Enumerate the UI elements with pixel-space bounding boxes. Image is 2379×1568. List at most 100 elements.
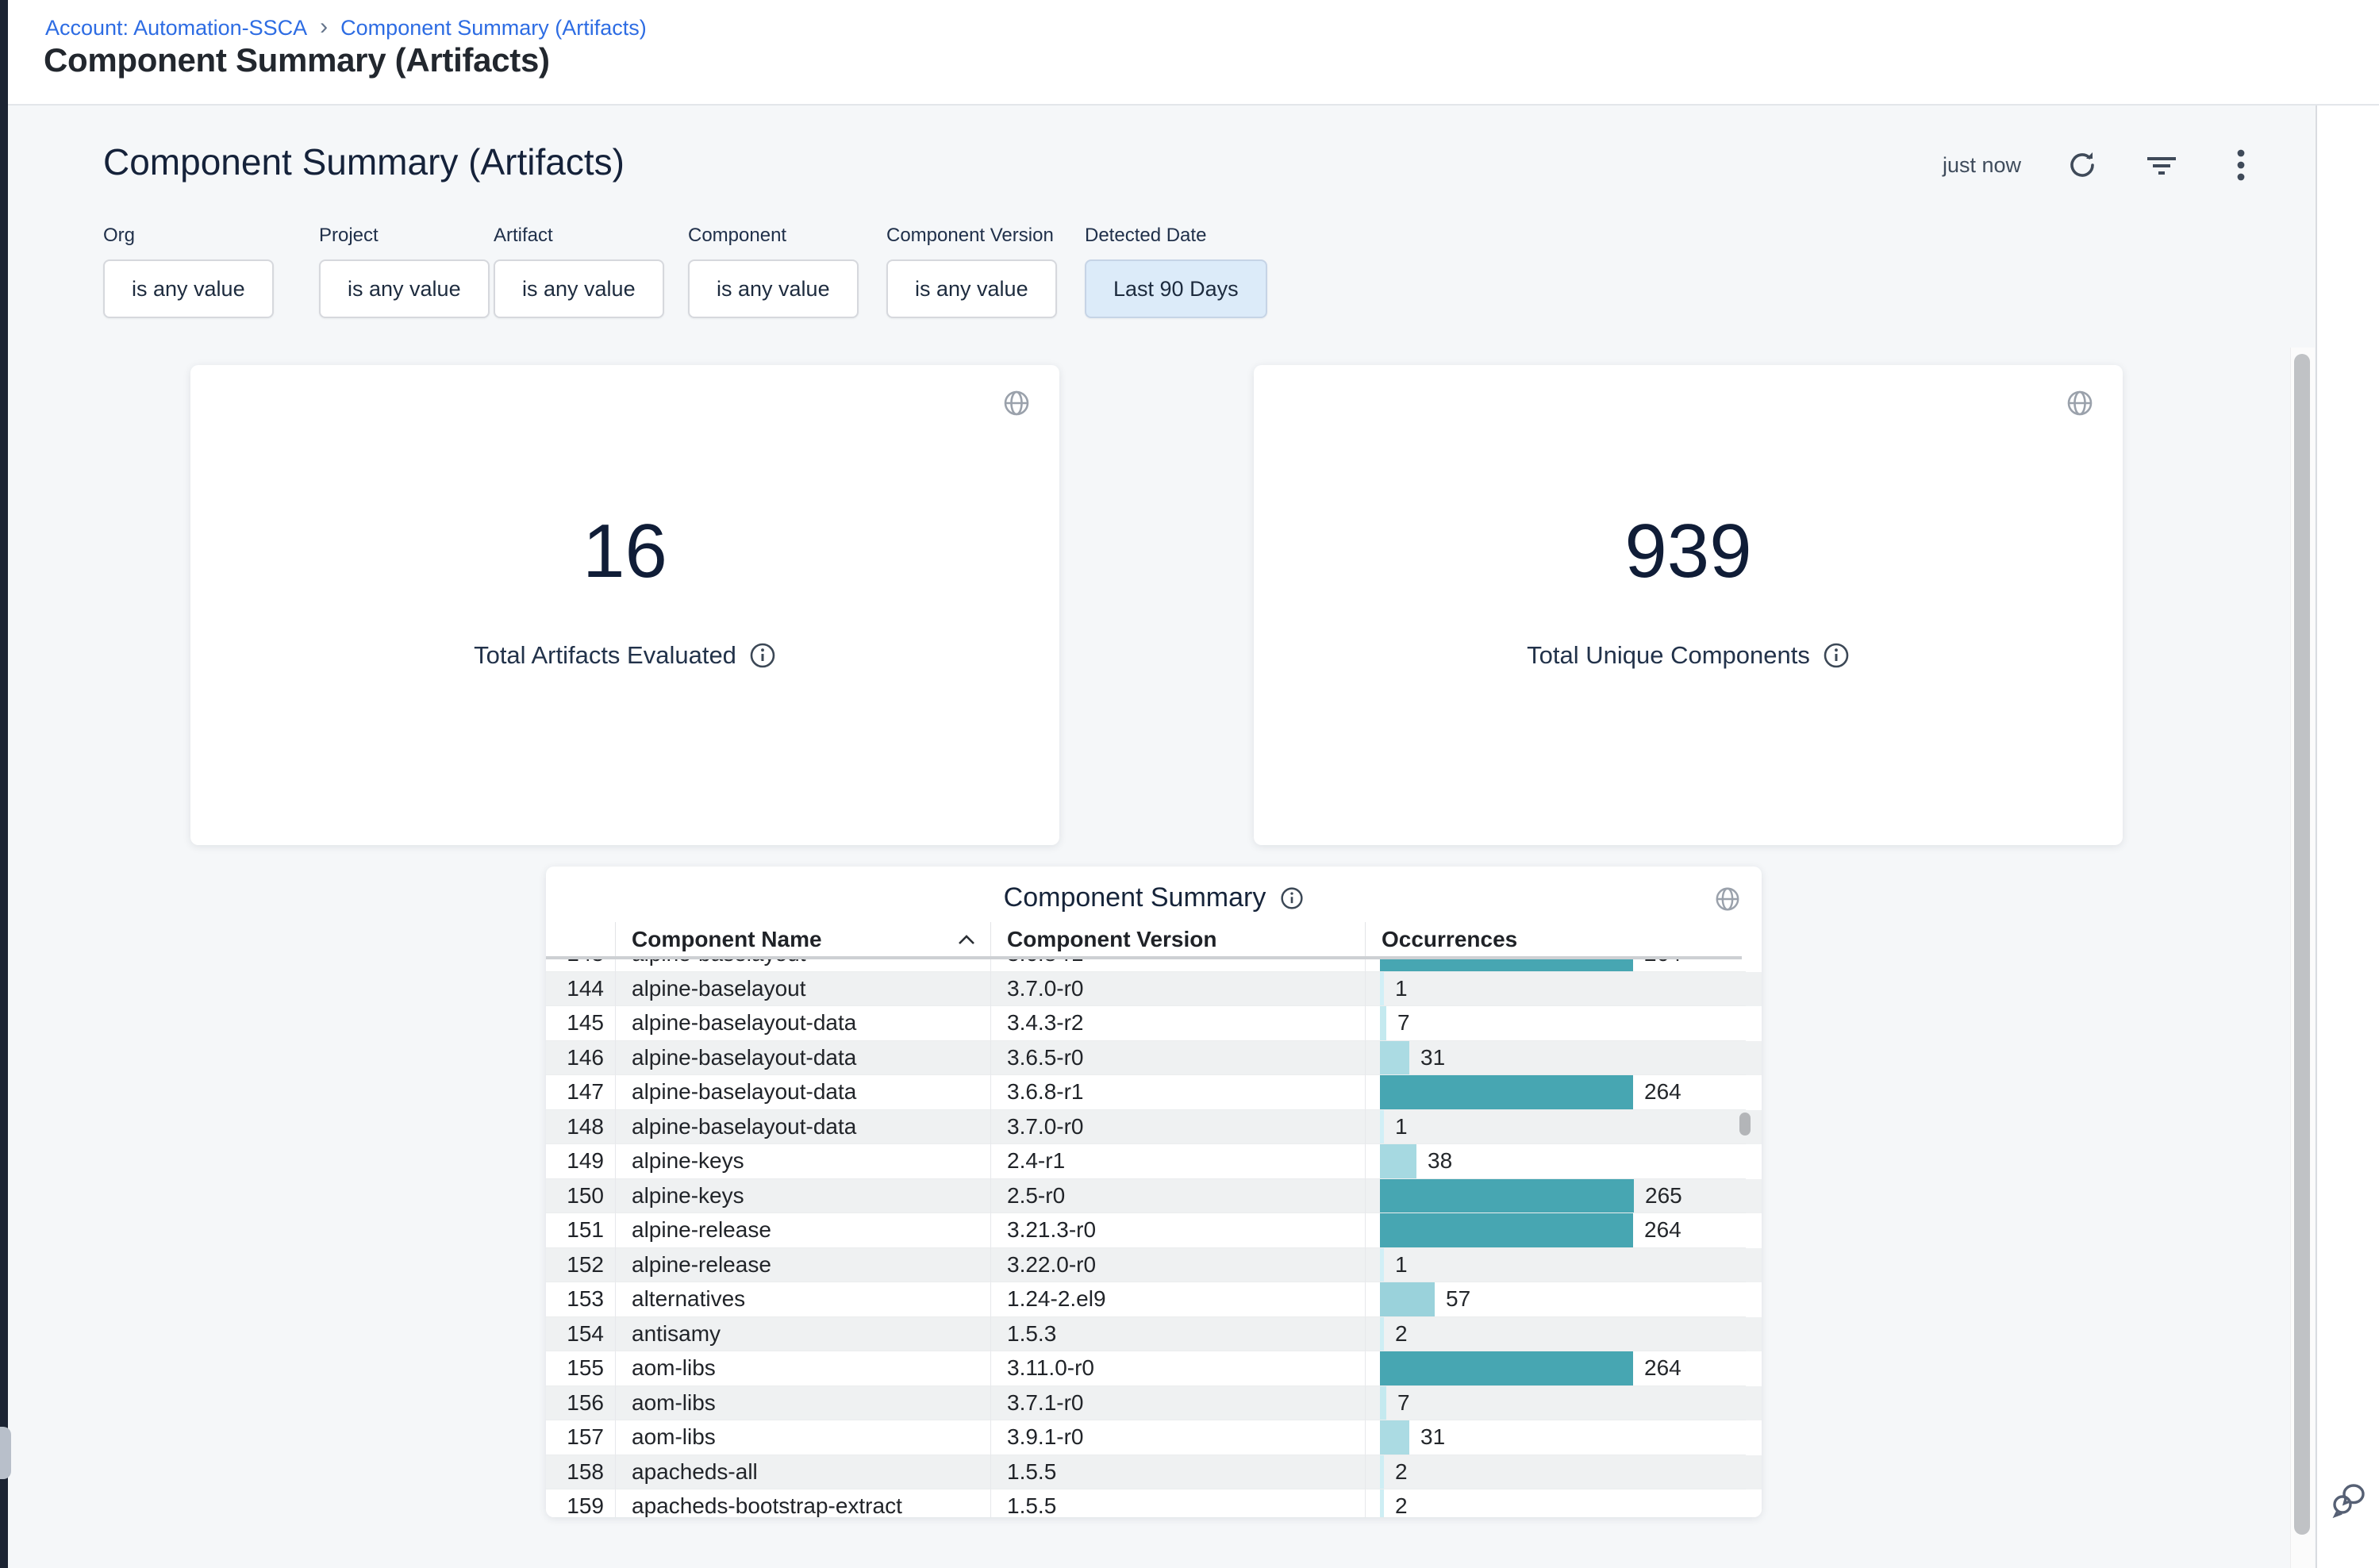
occurrences-cell[interactable]: 2 (1365, 1489, 1746, 1517)
occurrences-cell[interactable]: 2 (1365, 1455, 1746, 1490)
component-version-cell[interactable]: 3.21.3-r0 (990, 1213, 1365, 1248)
occurrences-cell[interactable]: 31 (1365, 1420, 1746, 1455)
component-version-cell[interactable]: 1.5.3 (990, 1317, 1365, 1352)
occurrences-cell[interactable]: 2 (1365, 1317, 1746, 1352)
page-scrollbar-thumb[interactable] (2294, 354, 2310, 1535)
component-name-cell[interactable]: aom-libs (615, 1351, 990, 1386)
collapsed-nav-strip[interactable] (0, 0, 8, 1568)
occurrences-cell[interactable]: 1 (1365, 1110, 1746, 1145)
occurrences-cell[interactable]: 264 (1365, 1213, 1746, 1248)
column-header-component-name[interactable]: Component Name (615, 922, 990, 956)
component-version-cell[interactable]: 3.6.5-r0 (990, 1041, 1365, 1076)
component-name-cell[interactable]: alpine-baselayout-data (615, 1006, 990, 1041)
occurrences-cell[interactable]: 38 (1365, 1144, 1746, 1179)
occurrences-cell[interactable]: 1 (1365, 1248, 1746, 1283)
component-name-cell[interactable]: alpine-keys (615, 1179, 990, 1214)
component-name-cell[interactable]: alpine-keys (615, 1144, 990, 1179)
component-name-cell[interactable]: apacheds-all (615, 1455, 990, 1490)
table-row[interactable]: 153alternatives1.24-2.el957 (546, 1282, 1762, 1317)
table-row[interactable]: 156aom-libs3.7.1-r07 (546, 1386, 1762, 1421)
component-name-cell[interactable]: alpine-baselayout (615, 972, 990, 1007)
component-name-cell[interactable]: alpine-release (615, 1213, 990, 1248)
breadcrumb-account-link[interactable]: Account: Automation-SSCA (45, 16, 307, 40)
component-version-cell[interactable]: 3.6.8-r1 (990, 1075, 1365, 1110)
component-version-cell[interactable]: 3.22.0-r0 (990, 1248, 1365, 1283)
component-name-cell[interactable]: alternatives (615, 1282, 990, 1317)
refresh-icon[interactable] (2064, 147, 2100, 183)
occurrences-bar (1380, 1351, 1633, 1385)
component-version-cell[interactable]: 3.9.1-r0 (990, 1420, 1365, 1455)
component-version-cell[interactable]: 2.4-r1 (990, 1144, 1365, 1179)
table-row[interactable]: 155aom-libs3.11.0-r0264 (546, 1351, 1762, 1386)
component-version-cell[interactable]: 3.11.0-r0 (990, 1351, 1365, 1386)
component-version-cell[interactable]: 3.7.0-r0 (990, 972, 1365, 1007)
component-version-cell[interactable]: 1.5.5 (990, 1489, 1365, 1517)
occurrences-cell[interactable]: 264 (1365, 1075, 1746, 1110)
table-row[interactable]: 143alpine-baselayout3.6.8-r1264 (546, 959, 1762, 972)
table-row[interactable]: 152alpine-release3.22.0-r01 (546, 1248, 1762, 1283)
table-row[interactable]: 154antisamy1.5.32 (546, 1317, 1762, 1352)
row-number-cell: 150 (546, 1179, 615, 1214)
occurrences-bar (1380, 1041, 1409, 1075)
occurrences-cell[interactable]: 265 (1365, 1179, 1746, 1214)
info-icon[interactable] (1823, 642, 1850, 669)
table-row[interactable]: 147alpine-baselayout-data3.6.8-r1264 (546, 1075, 1762, 1110)
occurrences-cell[interactable]: 57 (1365, 1282, 1746, 1317)
component-version-cell[interactable]: 3.7.0-r0 (990, 1110, 1365, 1145)
table-row[interactable]: 150alpine-keys2.5-r0265 (546, 1179, 1762, 1214)
occurrences-bar (1380, 1213, 1633, 1247)
occurrences-cell[interactable]: 264 (1365, 959, 1746, 972)
table-row[interactable]: 157aom-libs3.9.1-r031 (546, 1420, 1762, 1455)
filter-value-button[interactable]: is any value (688, 259, 859, 318)
occurrences-value: 264 (1644, 1217, 1681, 1243)
column-header-component-version[interactable]: Component Version (990, 922, 1365, 956)
component-version-cell[interactable]: 1.24-2.el9 (990, 1282, 1365, 1317)
filter-value-button[interactable]: is any value (319, 259, 490, 318)
occurrences-cell[interactable]: 264 (1365, 1351, 1746, 1386)
table-scrollbar-thumb[interactable] (1739, 1113, 1751, 1136)
occurrences-cell[interactable]: 1 (1365, 972, 1746, 1007)
table-row[interactable]: 144alpine-baselayout3.7.0-r01 (546, 972, 1762, 1007)
nav-expand-handle[interactable] (0, 1427, 11, 1479)
column-header-occurrences[interactable]: Occurrences (1365, 922, 1742, 956)
filter-value-button[interactable]: is any value (886, 259, 1057, 318)
filter-value-button[interactable]: is any value (103, 259, 274, 318)
component-name-cell[interactable]: antisamy (615, 1317, 990, 1352)
support-chat-icon[interactable] (2323, 1473, 2374, 1524)
component-version-cell[interactable]: 3.4.3-r2 (990, 1006, 1365, 1041)
filter-value-button[interactable]: Last 90 Days (1085, 259, 1267, 318)
filter-icon[interactable] (2143, 147, 2180, 183)
component-name-cell[interactable]: alpine-baselayout-data (615, 1041, 990, 1076)
more-options-kebab-icon[interactable] (2223, 147, 2259, 183)
occurrences-value: 2 (1395, 1459, 1408, 1485)
component-version-cell[interactable]: 2.5-r0 (990, 1179, 1365, 1214)
table-row[interactable]: 149alpine-keys2.4-r138 (546, 1144, 1762, 1179)
component-name-cell[interactable]: alpine-baselayout-data (615, 1110, 990, 1145)
table-row[interactable]: 151alpine-release3.21.3-r0264 (546, 1213, 1762, 1248)
component-name-cell[interactable]: aom-libs (615, 1420, 990, 1455)
filter-value-button[interactable]: is any value (494, 259, 664, 318)
dashboard-region: Component Summary (Artifacts) just now O… (8, 106, 2317, 1568)
component-version-cell[interactable]: 1.5.5 (990, 1455, 1365, 1490)
breadcrumb-page-link[interactable]: Component Summary (Artifacts) (340, 16, 647, 40)
component-name-cell[interactable]: alpine-release (615, 1248, 990, 1283)
table-row[interactable]: 145alpine-baselayout-data3.4.3-r27 (546, 1006, 1762, 1041)
occurrences-cell[interactable]: 7 (1365, 1006, 1746, 1041)
table-row[interactable]: 158apacheds-all1.5.52 (546, 1455, 1762, 1490)
table-row[interactable]: 148alpine-baselayout-data3.7.0-r01 (546, 1110, 1762, 1145)
component-name-cell[interactable]: alpine-baselayout (615, 959, 990, 972)
table-row[interactable]: 159apacheds-bootstrap-extract1.5.52 (546, 1489, 1762, 1517)
info-icon[interactable] (749, 642, 776, 669)
row-number-cell: 152 (546, 1248, 615, 1283)
table-row[interactable]: 146alpine-baselayout-data3.6.5-r031 (546, 1041, 1762, 1076)
occurrences-cell[interactable]: 31 (1365, 1041, 1746, 1076)
filter-label: Component (688, 225, 859, 247)
component-name-cell[interactable]: alpine-baselayout-data (615, 1075, 990, 1110)
component-name-cell[interactable]: aom-libs (615, 1386, 990, 1421)
component-name-cell[interactable]: apacheds-bootstrap-extract (615, 1489, 990, 1517)
component-version-cell[interactable]: 3.6.8-r1 (990, 959, 1365, 972)
info-icon[interactable] (1280, 886, 1304, 910)
occurrences-value: 38 (1428, 1148, 1452, 1174)
occurrences-cell[interactable]: 7 (1365, 1386, 1746, 1421)
component-version-cell[interactable]: 3.7.1-r0 (990, 1386, 1365, 1421)
